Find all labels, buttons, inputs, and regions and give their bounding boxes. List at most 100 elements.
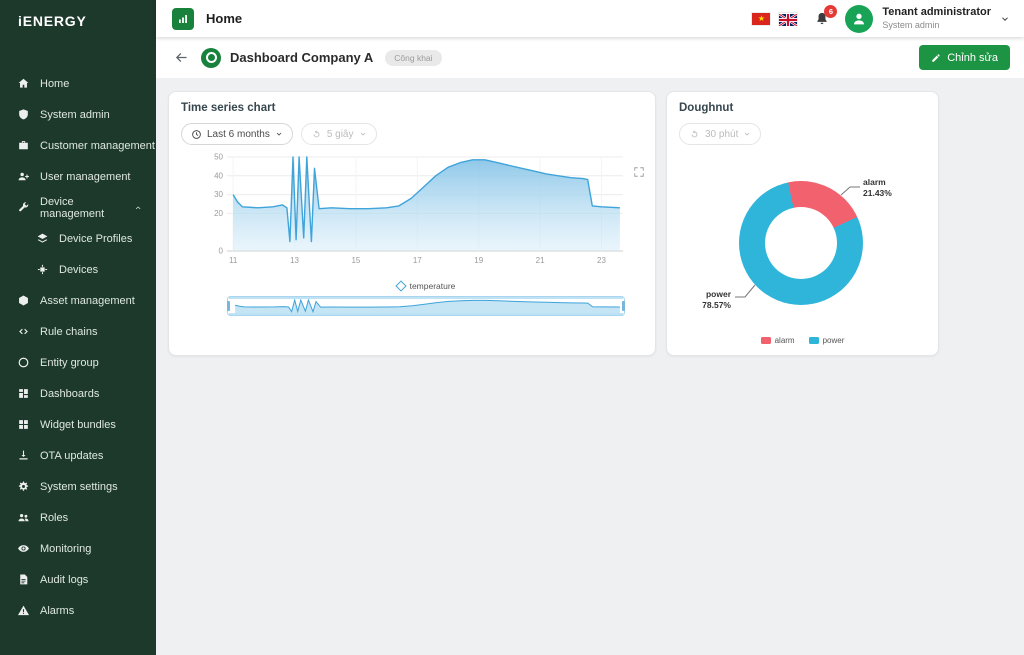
user-menu-caret-icon[interactable] — [1000, 14, 1010, 24]
sidebar-item-label: System settings — [40, 480, 118, 493]
svg-text:17: 17 — [413, 256, 422, 265]
sidebar-item-label: OTA updates — [40, 449, 104, 462]
sidebar-item-label: Asset management — [40, 294, 135, 307]
shield-icon — [17, 108, 30, 121]
sidebar-item-alarms[interactable]: Alarms — [0, 595, 156, 626]
time-range-label: Last 6 months — [207, 128, 270, 140]
chip-icon — [36, 263, 49, 276]
sidebar-item-dashboards[interactable]: Dashboards — [0, 378, 156, 409]
notifications-button[interactable]: 6 — [814, 4, 838, 27]
bar-chart-icon — [179, 14, 187, 23]
code-icon — [17, 325, 30, 338]
sidebar-menu: Home System admin Customer management User … — [0, 68, 156, 626]
sidebar-item-widget-bundles[interactable]: Widget bundles — [0, 409, 156, 440]
user-role: System admin — [882, 19, 940, 30]
doughnut-chart[interactable] — [739, 181, 863, 305]
warning-icon — [17, 604, 30, 617]
legend-label: power — [822, 336, 845, 345]
svg-text:40: 40 — [214, 171, 223, 180]
timeseries-legend[interactable]: temperature — [227, 280, 625, 292]
brand-logo-text: iENERGY — [18, 13, 87, 29]
sidebar-item-entity-group[interactable]: Entity group — [0, 347, 156, 378]
sidebar-item-user-management[interactable]: User management — [0, 161, 156, 192]
gear-icon — [17, 480, 30, 493]
sidebar-item-devices[interactable]: Devices — [0, 254, 156, 285]
refresh-icon — [691, 129, 698, 137]
sidebar-item-customer-management[interactable]: Customer management — [0, 130, 156, 161]
cube-icon — [17, 294, 30, 307]
sidebar-item-home[interactable]: Home — [0, 68, 156, 99]
refresh-interval-button[interactable]: 30 phút — [679, 123, 762, 145]
svg-text:0: 0 — [219, 247, 224, 256]
legend-item-alarm[interactable]: alarm — [760, 336, 795, 345]
document-icon — [17, 573, 30, 586]
page-title: Dashboard Company A — [230, 50, 374, 65]
download-icon — [17, 449, 30, 462]
union-jack-icon — [778, 12, 799, 27]
clock-icon — [192, 129, 201, 139]
fullscreen-button[interactable] — [633, 166, 645, 178]
sidebar-item-system-settings[interactable]: System settings — [0, 471, 156, 502]
sidebar-item-audit-logs[interactable]: Audit logs — [0, 564, 156, 595]
svg-text:11: 11 — [229, 256, 238, 265]
user-avatar[interactable] — [845, 4, 874, 33]
topbar-right: ★ 6 Tenant administrator System admin — [752, 4, 1010, 33]
svg-text:50: 50 — [214, 153, 223, 162]
topbar-title: Home — [206, 11, 243, 26]
refresh-interval-label: 30 phút — [705, 128, 739, 140]
chart-navigator[interactable] — [227, 296, 643, 316]
refresh-interval-label: 5 giây — [326, 128, 354, 140]
back-button[interactable] — [174, 50, 189, 65]
chevron-down-icon — [745, 132, 750, 136]
eye-icon — [17, 542, 30, 555]
legend-label: alarm — [774, 336, 795, 345]
sidebar-item-ota-updates[interactable]: OTA updates — [0, 440, 156, 471]
arrow-left-icon — [175, 52, 187, 63]
sidebar-item-label: Dashboards — [40, 387, 100, 400]
sidebar-item-asset-management[interactable]: Asset management — [0, 285, 156, 316]
uk-flag-icon[interactable] — [778, 12, 799, 27]
chevron-down-icon — [360, 132, 365, 136]
sidebar-item-monitoring[interactable]: Monitoring — [0, 533, 156, 564]
svg-text:13: 13 — [290, 256, 299, 265]
sidebar-item-label: Widget bundles — [40, 418, 116, 431]
brand-logo[interactable]: iENERGY — [0, 0, 156, 42]
user-add-icon — [17, 170, 30, 183]
dashboard-group-icon — [201, 47, 221, 68]
edit-button[interactable]: Chỉnh sửa — [919, 45, 1010, 70]
sidebar-item-label: Rule chains — [40, 325, 98, 338]
sidebar-item-label: Devices — [59, 263, 99, 276]
refresh-icon — [313, 129, 320, 137]
slice-label-alarm: alarm 21.43% — [863, 177, 892, 199]
sidebar-item-device-management[interactable]: Device management — [0, 192, 156, 223]
widget-title: Time series chart — [181, 102, 276, 114]
sidebar: iENERGY Home System admin Customer managem… — [0, 0, 156, 655]
svg-text:20: 20 — [214, 209, 223, 218]
notification-badge: 6 — [824, 4, 838, 18]
main-area: Home ★ 6 Tenant administrator System adm… — [156, 0, 1024, 655]
sidebar-item-label: Roles — [40, 511, 69, 524]
layers-icon — [36, 232, 49, 245]
doughnut-legend: alarm power — [667, 336, 938, 345]
sidebar-item-label: Alarms — [40, 604, 75, 617]
refresh-interval-button[interactable]: 5 giây — [300, 123, 377, 145]
sidebar-item-roles[interactable]: Roles — [0, 502, 156, 533]
sidebar-item-system-admin[interactable]: System admin — [0, 99, 156, 130]
star-icon: ★ — [757, 13, 765, 23]
legend-item-power[interactable]: power — [808, 336, 845, 345]
vietnam-flag-icon[interactable]: ★ — [752, 12, 771, 25]
sidebar-item-label: Monitoring — [40, 542, 92, 555]
home-app-icon[interactable] — [172, 7, 194, 30]
sidebar-item-label: User management — [40, 170, 131, 183]
timeseries-controls: Last 6 months 5 giây — [181, 123, 643, 145]
globe-icon — [17, 356, 30, 369]
sidebar-item-device-profiles[interactable]: Device Profiles — [0, 223, 156, 254]
slice-label-power: power 78.57% — [702, 289, 731, 311]
timeseries-chart[interactable]: 0 20 30 40 50 11 13 15 17 19 21 23 — [199, 151, 629, 279]
sidebar-item-rule-chains[interactable]: Rule chains — [0, 316, 156, 347]
legend-swatch-alarm — [760, 337, 771, 344]
dashboard-canvas: Time series chart Last 6 months 5 giây 0… — [156, 78, 1024, 655]
widgets-icon — [17, 418, 30, 431]
time-range-button[interactable]: Last 6 months — [181, 123, 293, 145]
topbar: Home ★ 6 Tenant administrator System adm… — [156, 0, 1024, 37]
